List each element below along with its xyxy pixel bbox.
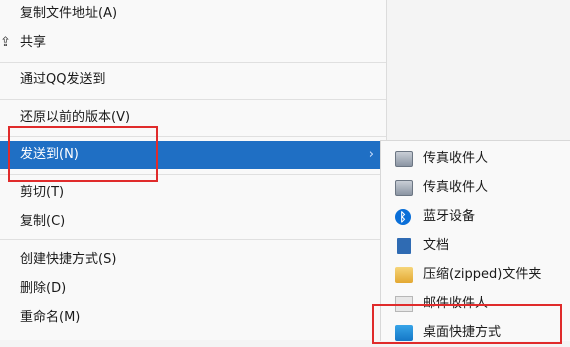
menu-item-copy[interactable]: 复制(C)	[0, 208, 386, 236]
submenu-item-documents[interactable]: 文档	[381, 232, 570, 260]
desktop-shortcut-icon	[395, 325, 413, 341]
zip-folder-icon	[395, 267, 413, 283]
menu-item-label: 共享	[20, 35, 47, 50]
menu-item-cut[interactable]: 剪切(T)	[0, 179, 386, 207]
context-menu: 复制文件地址(A) ⇪ 共享 通过QQ发送到 还原以前的版本(V) 发送到(N)…	[0, 0, 387, 340]
menu-item-create-shortcut[interactable]: 创建快捷方式(S)	[0, 246, 386, 274]
submenu-item-bluetooth[interactable]: ᛒ 蓝牙设备	[381, 203, 570, 231]
menu-item-rename[interactable]: 重命名(M)	[0, 304, 386, 332]
menu-item-label: 删除(D)	[20, 281, 67, 296]
menu-separator	[0, 136, 386, 137]
menu-item-send-to[interactable]: 发送到(N) ›	[0, 141, 386, 169]
menu-separator	[0, 99, 386, 100]
menu-item-label: 复制文件地址(A)	[20, 6, 118, 21]
bluetooth-icon: ᛒ	[395, 209, 411, 225]
menu-item-label: 复制(C)	[20, 214, 66, 229]
submenu-item-label: 压缩(zipped)文件夹	[423, 267, 542, 282]
chevron-right-icon: ›	[368, 147, 374, 162]
submenu-item-label: 蓝牙设备	[423, 209, 476, 224]
submenu-item-label: 传真收件人	[423, 180, 489, 195]
menu-item-restore-versions[interactable]: 还原以前的版本(V)	[0, 104, 386, 132]
document-icon	[397, 238, 411, 254]
fax-icon	[395, 151, 413, 167]
menu-separator	[0, 239, 386, 240]
menu-item-label: 发送到(N)	[20, 147, 79, 162]
menu-separator	[0, 174, 386, 175]
submenu-item-fax-recipient[interactable]: 传真收件人	[381, 174, 570, 202]
menu-separator	[0, 62, 386, 63]
menu-item-share[interactable]: ⇪ 共享	[0, 29, 386, 57]
menu-item-label: 重命名(M)	[20, 310, 81, 325]
submenu-item-label: 邮件收件人	[423, 296, 489, 311]
fax-icon	[395, 180, 413, 196]
menu-item-delete[interactable]: 删除(D)	[0, 275, 386, 303]
submenu-item-zip-folder[interactable]: 压缩(zipped)文件夹	[381, 261, 570, 289]
submenu-item-label: 文档	[423, 238, 450, 253]
submenu-item-label: 桌面快捷方式	[423, 325, 502, 340]
menu-item-copy-path[interactable]: 复制文件地址(A)	[0, 0, 386, 28]
menu-item-label: 创建快捷方式(S)	[20, 252, 117, 267]
mail-icon	[395, 296, 413, 312]
send-to-submenu: 传真收件人 传真收件人 ᛒ 蓝牙设备 文档 压缩(zipped)文件夹 邮件收件…	[380, 140, 570, 341]
menu-item-send-qq[interactable]: 通过QQ发送到	[0, 66, 386, 94]
menu-item-label: 还原以前的版本(V)	[20, 110, 131, 125]
submenu-item-desktop-shortcut[interactable]: 桌面快捷方式	[381, 319, 570, 347]
menu-item-label: 通过QQ发送到	[20, 72, 106, 87]
submenu-item-label: 传真收件人	[423, 151, 489, 166]
submenu-item-mail-recipient[interactable]: 邮件收件人	[381, 290, 570, 318]
menu-item-label: 剪切(T)	[20, 185, 65, 200]
share-icon: ⇪	[0, 35, 11, 50]
submenu-item-fax-recipient[interactable]: 传真收件人	[381, 145, 570, 173]
